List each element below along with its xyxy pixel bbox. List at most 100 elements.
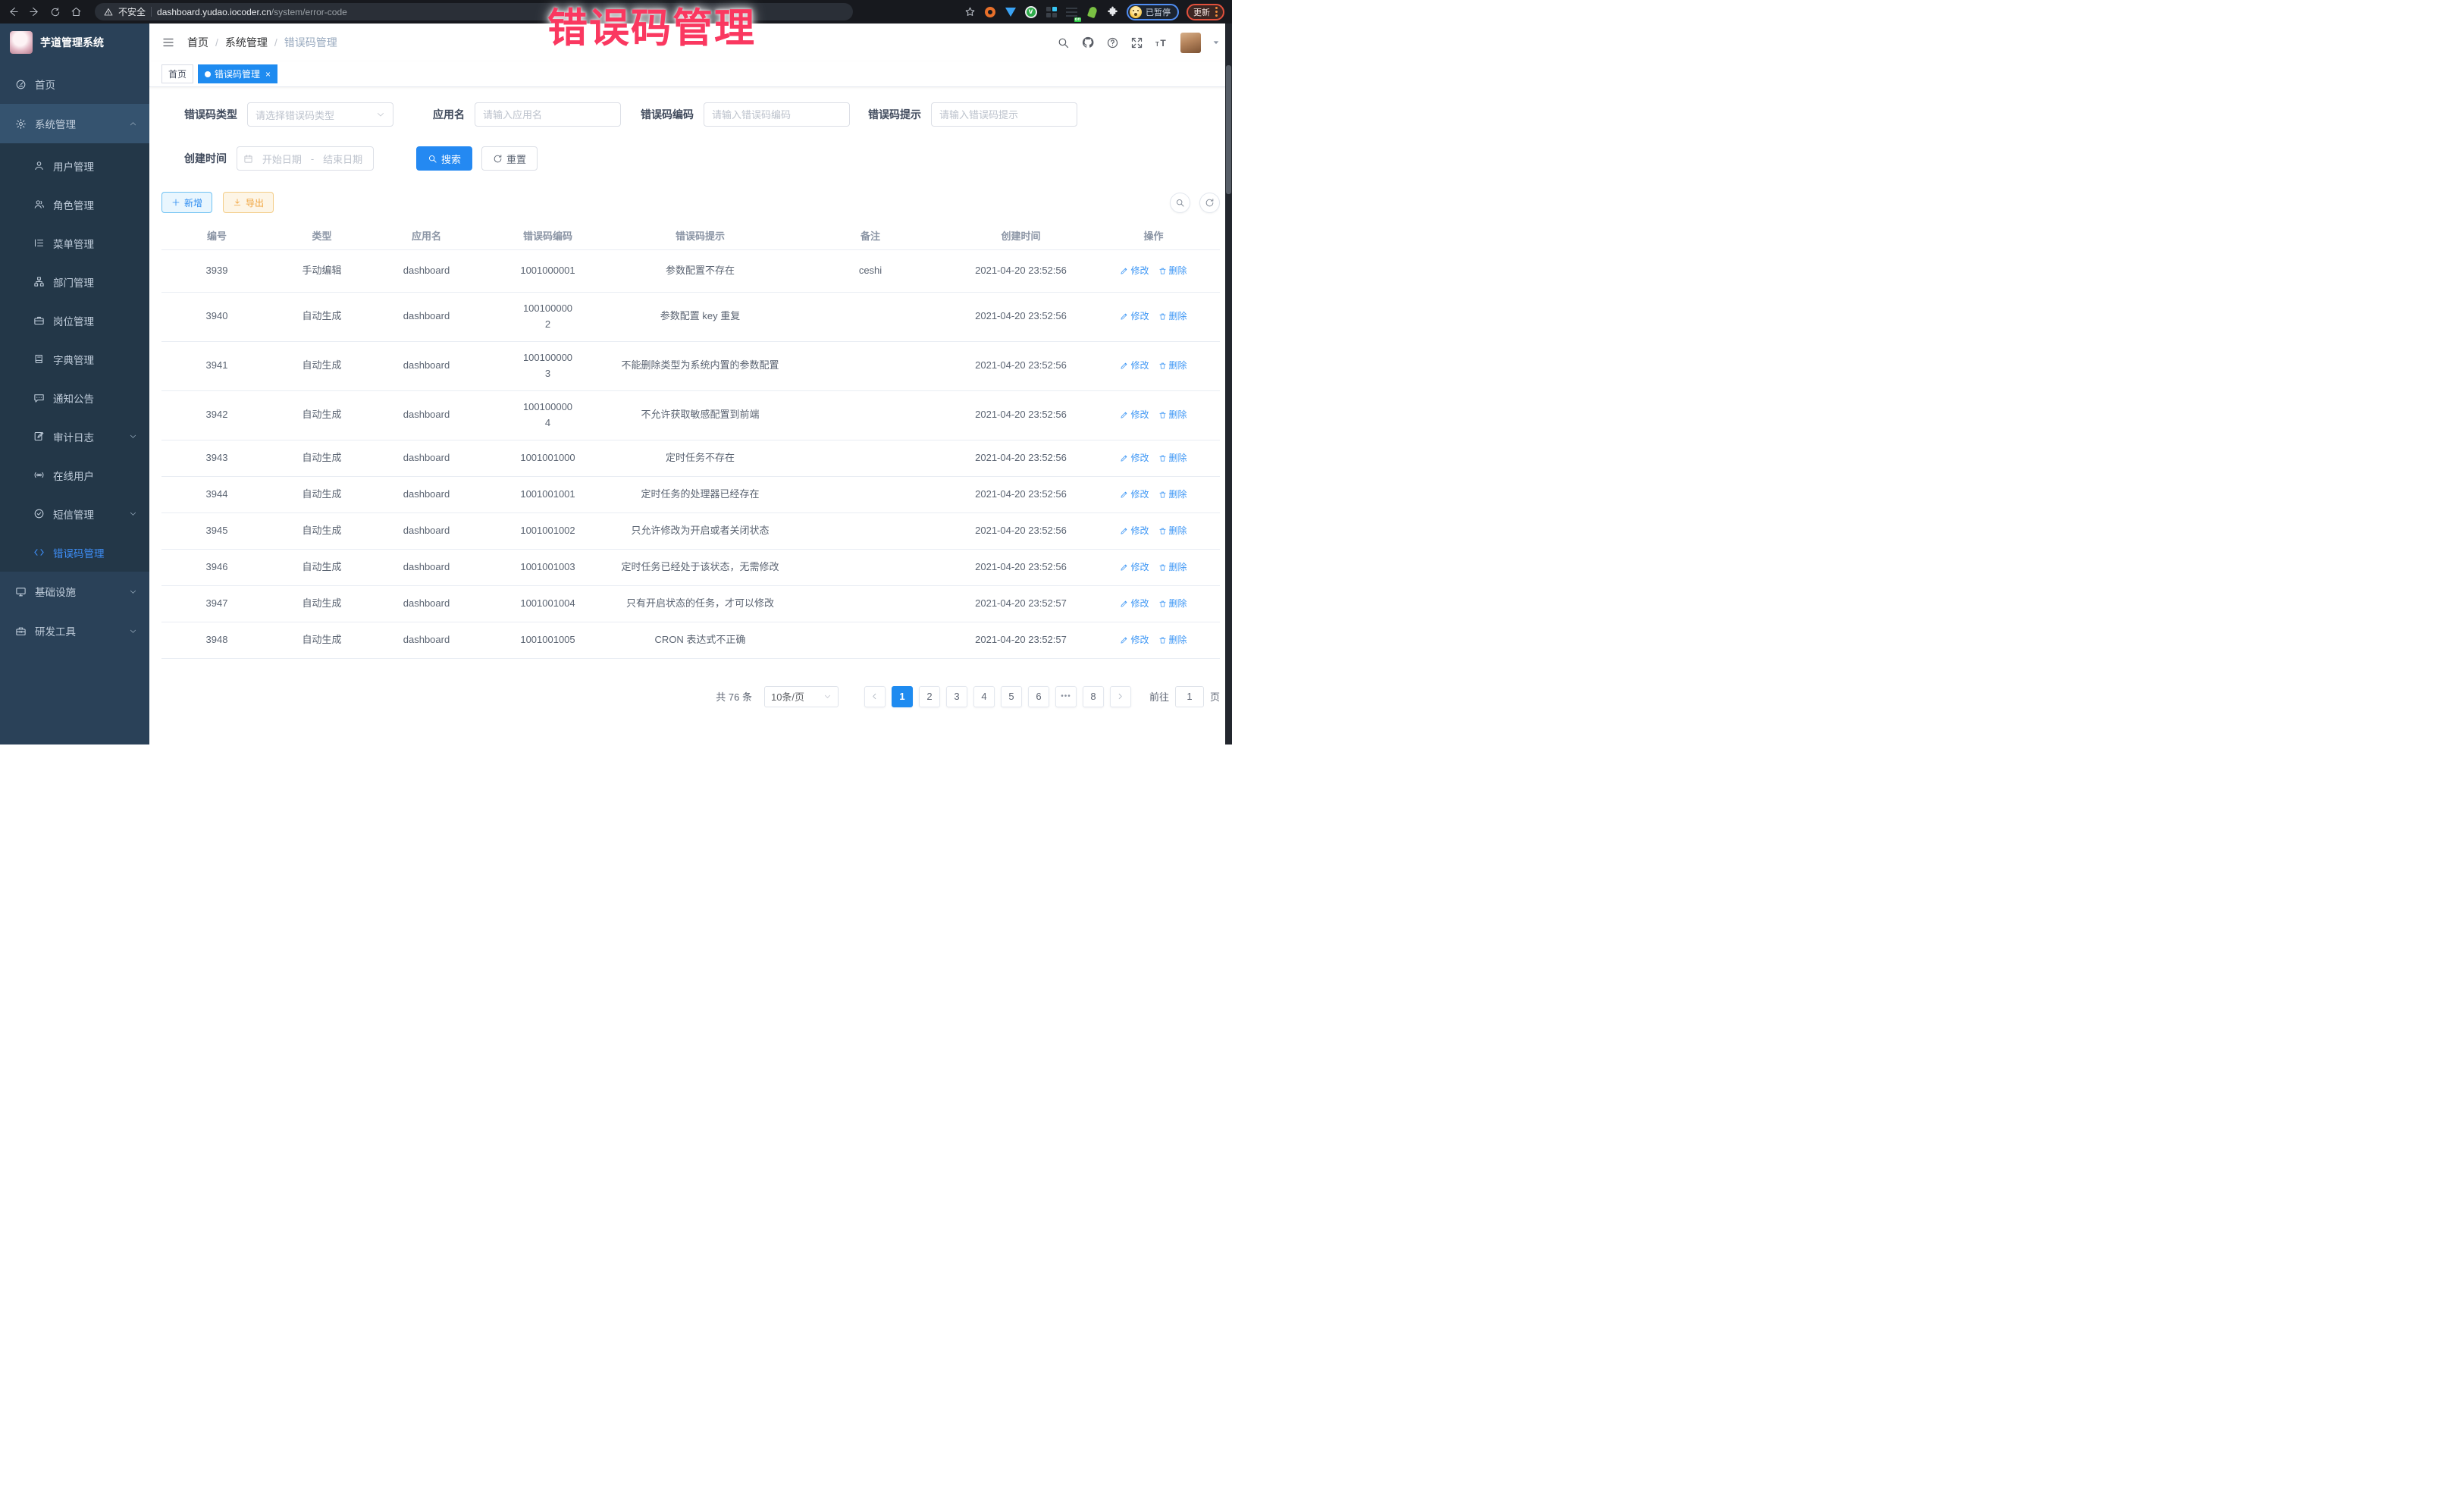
sidebar-item-notices[interactable]: 通知公告: [0, 378, 149, 417]
edit-button[interactable]: 修改: [1120, 309, 1149, 324]
url-text: dashboard.yudao.iocoder.cn/system/error-…: [157, 7, 347, 17]
github-icon[interactable]: [1081, 36, 1095, 49]
delete-button[interactable]: 删除: [1158, 524, 1187, 538]
extension-green-check-icon[interactable]: v: [1024, 5, 1037, 18]
sidebar-item-sms[interactable]: 短信管理: [0, 494, 149, 533]
goto-page: 前往 页: [1149, 686, 1220, 707]
next-page-button[interactable]: [1110, 686, 1131, 707]
sidebar-item-online-users[interactable]: 在线用户: [0, 456, 149, 494]
breadcrumb-home[interactable]: 首页: [187, 35, 208, 50]
bookmark-star-icon[interactable]: [964, 6, 976, 17]
extension-orange-icon[interactable]: [983, 5, 996, 18]
help-icon[interactable]: [1106, 36, 1119, 49]
sidebar-item-dev-tools[interactable]: 研发工具: [0, 611, 149, 650]
avatar-caret-down-icon[interactable]: [1212, 39, 1220, 46]
page-button-2[interactable]: 2: [919, 686, 940, 707]
svg-text:T: T: [1160, 37, 1166, 48]
sidebar-item-menus[interactable]: 菜单管理: [0, 224, 149, 262]
toggle-search-icon-button[interactable]: [1170, 193, 1190, 213]
error-type-select[interactable]: 请选择错误码类型: [247, 102, 393, 127]
delete-button[interactable]: 删除: [1158, 309, 1187, 324]
refresh-table-icon-button[interactable]: [1199, 193, 1220, 213]
page-button-1[interactable]: 1: [892, 686, 913, 707]
reset-button[interactable]: 重置: [481, 146, 538, 171]
pencil-icon: [1120, 636, 1128, 644]
delete-button[interactable]: 删除: [1158, 408, 1187, 422]
browser-back-icon[interactable]: [8, 6, 19, 17]
browser-update-button[interactable]: 更新: [1187, 4, 1224, 20]
sidebar-item-roles[interactable]: 角色管理: [0, 185, 149, 224]
trash-icon: [1158, 527, 1167, 535]
delete-button[interactable]: 删除: [1158, 264, 1187, 278]
browser-reload-icon[interactable]: [50, 7, 61, 17]
font-size-icon[interactable]: TT: [1155, 36, 1169, 49]
delete-button[interactable]: 删除: [1158, 633, 1187, 647]
sidebar-item-posts[interactable]: 岗位管理: [0, 301, 149, 340]
create-time-range-picker[interactable]: 开始日期 - 结束日期: [237, 146, 374, 171]
window-scrollbar[interactable]: [1225, 24, 1232, 744]
edit-button[interactable]: 修改: [1120, 524, 1149, 538]
edit-button[interactable]: 修改: [1120, 359, 1149, 373]
col-app: 应用名: [371, 222, 481, 249]
sidebar-item-dictionary[interactable]: 字典管理: [0, 340, 149, 378]
edit-button[interactable]: 修改: [1120, 264, 1149, 278]
page-size-select[interactable]: 10条/页: [764, 686, 839, 707]
goto-page-input[interactable]: [1175, 686, 1204, 707]
fullscreen-icon[interactable]: [1130, 36, 1143, 49]
page-ellipsis-button[interactable]: •••: [1055, 686, 1077, 707]
sidebar-item-infrastructure[interactable]: 基础设施: [0, 572, 149, 611]
tag-error-code[interactable]: 错误码管理 ×: [198, 64, 277, 83]
extension-gem-icon[interactable]: [1004, 5, 1017, 18]
page-button-8[interactable]: 8: [1083, 686, 1104, 707]
delete-button[interactable]: 删除: [1158, 451, 1187, 466]
hamburger-icon[interactable]: [161, 36, 175, 49]
delete-button[interactable]: 删除: [1158, 597, 1187, 611]
error-hint-input-wrap: [931, 102, 1077, 127]
error-code-input[interactable]: [712, 109, 842, 121]
browser-forward-icon[interactable]: [29, 6, 40, 17]
page-button-3[interactable]: 3: [946, 686, 967, 707]
extensions-puzzle-icon[interactable]: [1106, 5, 1119, 18]
edit-button[interactable]: 修改: [1120, 597, 1149, 611]
table-row: 3943自动生成dashboard1001001000定时任务不存在2021-0…: [161, 440, 1220, 476]
sidebar-item-home[interactable]: 首页: [0, 64, 149, 104]
sidebar-item-error-code[interactable]: 错误码管理: [0, 533, 149, 572]
add-button[interactable]: 新增: [161, 192, 212, 213]
browser-home-icon[interactable]: [71, 6, 82, 17]
error-hint-input[interactable]: [939, 109, 1069, 121]
browser-menu-kebab-icon[interactable]: [1215, 7, 1218, 17]
url-bar[interactable]: 不安全 dashboard.yudao.iocoder.cn/system/er…: [95, 3, 853, 20]
edit-button[interactable]: 修改: [1120, 560, 1149, 575]
tag-home[interactable]: 首页: [161, 64, 193, 83]
page-button-5[interactable]: 5: [1001, 686, 1022, 707]
extension-grid-icon[interactable]: [1045, 5, 1058, 18]
export-button[interactable]: 导出: [223, 192, 274, 213]
delete-button[interactable]: 删除: [1158, 487, 1187, 502]
app-name-input[interactable]: [483, 109, 613, 121]
sidebar-item-system[interactable]: 系统管理: [0, 104, 149, 143]
search-button[interactable]: 搜索: [416, 146, 472, 171]
pencil-icon: [1120, 454, 1128, 462]
sidebar-item-audit-logs[interactable]: 审计日志: [0, 417, 149, 456]
user-avatar[interactable]: [1180, 33, 1201, 53]
tag-close-icon[interactable]: ×: [265, 69, 271, 80]
breadcrumb-system[interactable]: 系统管理: [225, 35, 268, 50]
edit-button[interactable]: 修改: [1120, 633, 1149, 647]
header-search-icon[interactable]: [1057, 36, 1070, 49]
delete-button[interactable]: 删除: [1158, 560, 1187, 575]
profile-paused-badge[interactable]: 已暂停: [1127, 4, 1179, 20]
sidebar-item-departments[interactable]: 部门管理: [0, 262, 149, 301]
page-button-6[interactable]: 6: [1028, 686, 1049, 707]
extension-bulb-icon[interactable]: [1086, 5, 1099, 18]
page-button-4[interactable]: 4: [973, 686, 995, 707]
delete-button[interactable]: 删除: [1158, 359, 1187, 373]
prev-page-button[interactable]: [864, 686, 886, 707]
scrollbar-thumb[interactable]: [1226, 65, 1231, 194]
sidebar-logo[interactable]: 芋道管理系统: [0, 24, 149, 61]
edit-button[interactable]: 修改: [1120, 451, 1149, 466]
table-row: 3944自动生成dashboard1001001001定时任务的处理器已经存在2…: [161, 476, 1220, 513]
edit-button[interactable]: 修改: [1120, 487, 1149, 502]
sidebar-item-users[interactable]: 用户管理: [0, 146, 149, 185]
extension-switch-on-icon[interactable]: on: [1065, 5, 1078, 18]
edit-button[interactable]: 修改: [1120, 408, 1149, 422]
